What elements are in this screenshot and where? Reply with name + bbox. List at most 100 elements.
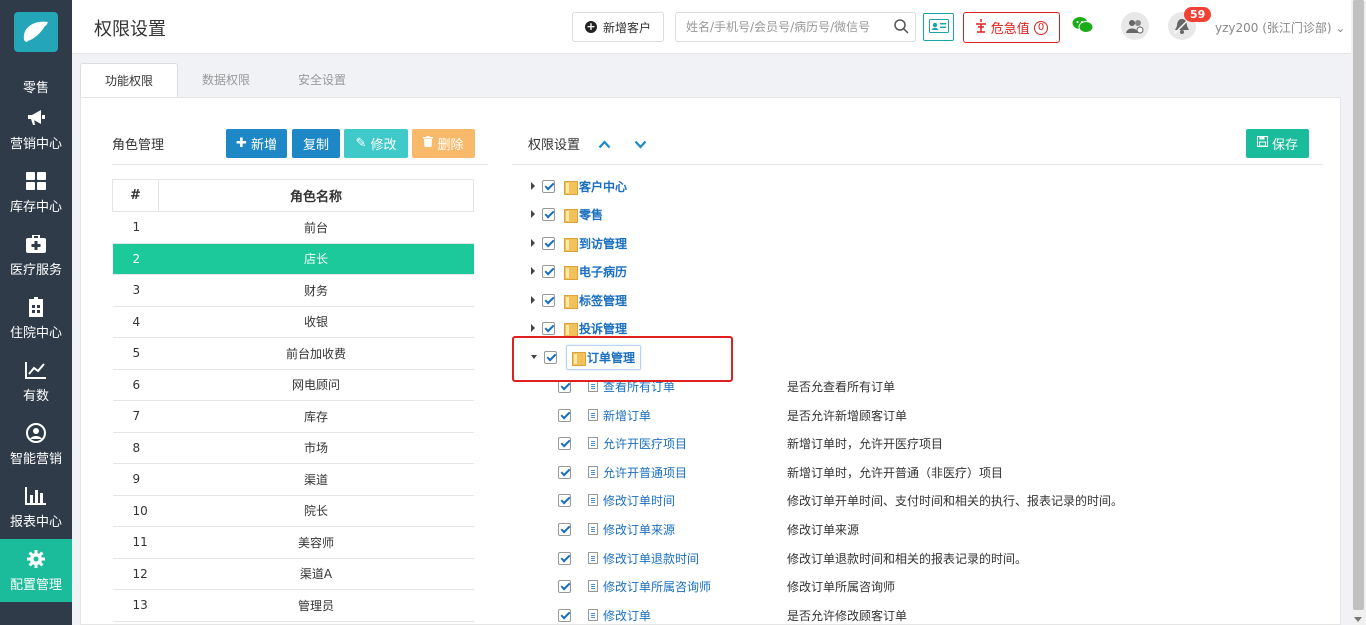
nav-medical[interactable]: 医疗服务 (0, 224, 72, 287)
role-name-cell: 收银 (158, 306, 474, 338)
role-num-cell: 3 (112, 274, 159, 307)
table-row[interactable]: 6 网电顾问 (112, 369, 474, 401)
caret-right-icon[interactable] (531, 296, 535, 304)
checkbox[interactable] (542, 207, 555, 221)
search-input[interactable] (676, 13, 886, 41)
scroll-down-arrow-icon[interactable] (1354, 617, 1362, 622)
caret-right-icon[interactable] (531, 239, 535, 247)
nav-inpatient[interactable]: 住院中心 (0, 287, 72, 350)
smart-user-icon (25, 422, 47, 444)
tree-leaf[interactable]: 修改订单退款时间 (558, 548, 699, 568)
id-card-button[interactable] (923, 13, 954, 41)
role-name-cell: 财务 (158, 274, 474, 307)
add-customer-label: 新增客户 (602, 20, 651, 35)
nav-smart-marketing[interactable]: 智能营销 (0, 413, 72, 476)
search-icon[interactable] (894, 19, 909, 37)
table-row[interactable]: 3 财务 (112, 274, 474, 307)
tree-leaf[interactable]: 修改订单 (558, 605, 651, 625)
tab-security-settings[interactable]: 安全设置 (274, 63, 370, 98)
tree-leaf[interactable]: 新增订单 (558, 405, 651, 425)
tree-node-module[interactable]: 客户中心 (531, 176, 627, 196)
nav-youshu[interactable]: 有数 (0, 350, 72, 413)
checkbox[interactable] (542, 236, 555, 250)
chevron-up-icon[interactable] (598, 138, 611, 152)
bar-chart-icon (25, 485, 47, 507)
caret-right-icon[interactable] (531, 267, 535, 275)
wechat-icon[interactable] (1072, 16, 1094, 37)
butterfly-logo-icon (14, 12, 58, 52)
role-name-cell: 网电顾问 (158, 369, 474, 401)
nav-config[interactable]: 配置管理 (0, 539, 72, 602)
checkbox[interactable] (542, 179, 555, 193)
checkbox[interactable] (558, 608, 571, 622)
team-icon[interactable] (1121, 12, 1149, 40)
table-row[interactable]: 2 店长 (112, 243, 474, 275)
table-row[interactable]: 8 市场 (112, 432, 474, 464)
caret-right-icon[interactable] (531, 182, 535, 190)
checkbox[interactable] (542, 264, 555, 278)
checkbox[interactable] (558, 493, 571, 507)
table-row[interactable]: 4 收银 (112, 306, 474, 338)
checkbox[interactable] (558, 408, 571, 422)
page-scrollbar[interactable] (1351, 0, 1366, 625)
role-num-cell: 7 (112, 400, 159, 433)
checkbox[interactable] (558, 579, 571, 593)
tab-data-permissions[interactable]: 数据权限 (178, 63, 274, 98)
tree-node-module[interactable]: 电子病历 (531, 261, 627, 281)
alert-icon (975, 18, 987, 37)
permission-description: 修改订单开单时间、支付时间和相关的执行、报表记录的时间。 (787, 494, 1124, 508)
copy-role-button[interactable]: 复制 (292, 129, 340, 158)
nav-retail[interactable]: 零售 (0, 64, 72, 98)
folder-icon (564, 237, 578, 252)
tree-leaf[interactable]: 修改订单来源 (558, 519, 675, 539)
chevron-down-icon[interactable] (634, 138, 647, 152)
caret-right-icon[interactable] (531, 324, 535, 332)
urgent-value-button[interactable]: 危急值 0 (963, 12, 1060, 43)
tree-leaf[interactable]: 允许开普通项目 (558, 462, 687, 482)
nav-reports[interactable]: 报表中心 (0, 476, 72, 539)
tab-function-permissions[interactable]: 功能权限 (80, 63, 179, 98)
checkbox[interactable] (542, 321, 555, 335)
tree-node-module[interactable]: 到访管理 (531, 233, 627, 253)
edit-role-button[interactable]: ✎ 修改 (344, 129, 408, 158)
table-row[interactable]: 9 渠道 (112, 463, 474, 496)
table-row[interactable]: 1 前台 (112, 211, 474, 244)
save-button[interactable]: 保存 (1246, 129, 1309, 158)
nav-inventory[interactable]: 库存中心 (0, 161, 72, 224)
table-row[interactable]: 5 前台加收费 (112, 337, 474, 370)
checkbox[interactable] (558, 551, 571, 565)
tree-node-module[interactable]: 投诉管理 (531, 318, 627, 338)
caret-right-icon[interactable] (531, 210, 535, 218)
table-row[interactable]: 13 管理员 (112, 589, 474, 622)
role-name-cell: 库存 (158, 400, 474, 433)
checkbox[interactable] (542, 293, 555, 307)
table-row[interactable]: 7 库存 (112, 400, 474, 433)
tree-leaf[interactable]: 修改订单所属咨询师 (558, 576, 711, 596)
role-num-cell: 10 (112, 495, 159, 527)
tree-leaf[interactable]: 允许开医疗项目 (558, 433, 687, 453)
urgent-count: 0 (1033, 20, 1049, 35)
nav-config-label: 配置管理 (9, 578, 62, 593)
new-role-button[interactable]: ✚ 新增 (226, 129, 287, 158)
table-row[interactable]: 12 渠道A (112, 558, 474, 590)
checkbox[interactable] (558, 465, 571, 479)
checkbox[interactable] (558, 436, 571, 450)
delete-role-button[interactable]: 删除 (412, 129, 475, 158)
nav-marketing[interactable]: 营销中心 (0, 98, 72, 161)
sidebar: 零售 营销中心 库存中心 医疗服务 住院中心 有数 智能营销 报表中心 配置管理 (0, 0, 72, 625)
table-row[interactable]: 10 院长 (112, 495, 474, 527)
tree-leaf[interactable]: 修改订单时间 (558, 490, 675, 510)
table-row[interactable]: 11 美容师 (112, 526, 474, 559)
highlight-box (512, 336, 733, 382)
document-icon (588, 494, 598, 506)
user-menu[interactable]: yzy200 (张江门诊部) ⌄ (1215, 19, 1345, 36)
scrollbar-thumb[interactable] (1353, 0, 1364, 610)
tree-node-module[interactable]: 标签管理 (531, 290, 627, 310)
role-name-cell: 管理员 (158, 589, 474, 622)
chevron-down-icon: ⌄ (1335, 21, 1346, 35)
add-customer-button[interactable]: + 新增客户 (572, 12, 664, 42)
checkbox[interactable] (558, 522, 571, 536)
app-logo[interactable] (0, 0, 72, 64)
tree-node-module[interactable]: 零售 (531, 204, 603, 224)
permission-label: 新增订单 (603, 408, 652, 423)
